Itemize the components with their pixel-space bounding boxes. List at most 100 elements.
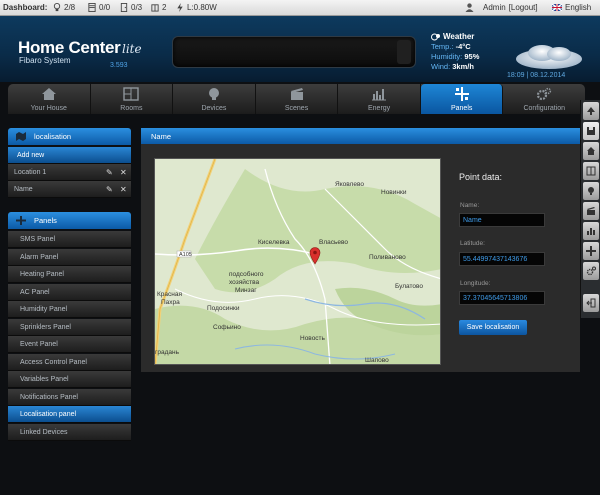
location-item[interactable]: Name ✎ ✕ bbox=[8, 181, 131, 198]
map-label: Киселевка bbox=[258, 239, 290, 246]
power-status[interactable]: L:0.80W bbox=[176, 3, 217, 12]
window-icon bbox=[151, 4, 159, 12]
panel-list-item-label: Alarm Panel bbox=[20, 253, 59, 261]
windows-status[interactable]: 2 bbox=[151, 3, 166, 12]
toolbar-house-button[interactable] bbox=[583, 142, 599, 160]
panel-list-item[interactable]: Sprinklers Panel bbox=[8, 318, 131, 336]
panel-list-item-label: Localisation panel bbox=[20, 411, 77, 418]
panel-list-item[interactable]: Linked Devices bbox=[8, 423, 131, 441]
toolbar-rooms-button[interactable] bbox=[583, 162, 599, 180]
tab-energy[interactable]: Energy bbox=[338, 84, 421, 114]
date-time: 18:09 | 08.12.2014 bbox=[507, 72, 566, 79]
main-nav: Your House Rooms Devices Scenes Energy P… bbox=[8, 84, 585, 114]
toolbar-devices-button[interactable] bbox=[583, 182, 599, 200]
doors-count: 0/3 bbox=[131, 3, 143, 12]
point-data-title: Point data: bbox=[459, 172, 503, 182]
dashboard-label: Dashboard: bbox=[3, 3, 48, 12]
blinds-status[interactable]: 0/0 bbox=[88, 3, 110, 12]
floppy-icon bbox=[587, 127, 595, 135]
longitude-label: Longitude: bbox=[460, 280, 491, 287]
tab-configuration[interactable]: Configuration bbox=[503, 84, 585, 114]
panel-list-item-label: Humidity Panel bbox=[20, 306, 68, 313]
toolbar-panels-button[interactable] bbox=[583, 242, 599, 260]
panel-list-item[interactable]: SMS Panel bbox=[8, 231, 131, 248]
rooms-icon bbox=[586, 166, 596, 176]
tab-label: Your House bbox=[30, 105, 67, 112]
toolbar-logout-button[interactable] bbox=[583, 294, 599, 312]
gears-icon bbox=[537, 87, 552, 101]
name-field[interactable]: Name bbox=[459, 213, 545, 227]
house-icon bbox=[587, 147, 595, 155]
panel-list-item-label: Linked Devices bbox=[20, 428, 68, 436]
humidity-value: 95% bbox=[464, 52, 480, 61]
map-view[interactable]: Яковлево Новинки Киселевка Власьево Поли… bbox=[154, 158, 441, 365]
doors-status[interactable]: 0/3 bbox=[120, 3, 142, 12]
tab-label: Devices bbox=[201, 105, 227, 112]
language-label: English bbox=[565, 3, 592, 12]
delete-icon[interactable]: ✕ bbox=[120, 168, 127, 177]
panels-icon bbox=[454, 87, 469, 101]
map-label: Шапово bbox=[365, 357, 389, 364]
panels-header-label: Panels bbox=[34, 216, 57, 225]
tab-your-house[interactable]: Your House bbox=[8, 84, 91, 114]
delete-icon[interactable]: ✕ bbox=[120, 185, 127, 194]
tab-rooms[interactable]: Rooms bbox=[91, 84, 174, 114]
add-new-button[interactable]: Add new bbox=[8, 147, 131, 164]
panel-list-item[interactable]: Variables Panel bbox=[8, 371, 131, 388]
location-item-label: Name bbox=[14, 186, 33, 193]
tab-scenes[interactable]: Scenes bbox=[256, 84, 339, 114]
brand-title: Home Center bbox=[18, 38, 121, 57]
door-icon bbox=[120, 3, 128, 12]
map-label: хозяйства bbox=[229, 279, 260, 286]
brand-edition: lite bbox=[122, 42, 142, 56]
tab-devices[interactable]: Devices bbox=[173, 84, 256, 114]
map-label: Яковлево bbox=[335, 181, 364, 188]
windows-count: 2 bbox=[162, 3, 167, 12]
house-icon bbox=[41, 88, 56, 100]
energy-icon bbox=[587, 228, 595, 235]
toolbar-energy-button[interactable] bbox=[583, 222, 599, 240]
user-name: Admin bbox=[483, 3, 506, 12]
panel-list-item[interactable]: Notifications Panel bbox=[8, 388, 131, 406]
tab-panels[interactable]: Panels bbox=[420, 84, 504, 114]
panel-list-item-label: AC Panel bbox=[20, 288, 50, 296]
map-marker-icon[interactable] bbox=[309, 247, 321, 265]
save-toolbar-button[interactable] bbox=[583, 122, 599, 140]
toolbar-scenes-button[interactable] bbox=[583, 202, 599, 220]
latitude-field[interactable]: 55.44997437143676 bbox=[459, 252, 545, 266]
panel-list-item[interactable]: Localisation panel bbox=[8, 406, 131, 423]
panel-list-item[interactable]: Access Control Panel bbox=[8, 353, 131, 371]
map-label: Пахра bbox=[161, 299, 180, 306]
panel-list-item[interactable]: AC Panel bbox=[8, 283, 131, 301]
latitude-label: Latitude: bbox=[460, 240, 485, 247]
bulb-icon bbox=[53, 3, 61, 12]
logout-link[interactable]: [Logout] bbox=[509, 3, 538, 12]
edit-icon[interactable]: ✎ bbox=[106, 168, 113, 177]
toolbar-config-button[interactable] bbox=[583, 262, 599, 280]
panel-list-item[interactable]: Event Panel bbox=[8, 336, 131, 353]
localisation-header: localisation bbox=[8, 128, 131, 145]
edit-icon[interactable]: ✎ bbox=[106, 185, 113, 194]
longitude-field[interactable]: 37.37045645713806 bbox=[459, 291, 545, 305]
map-label: Власьево bbox=[319, 239, 348, 246]
location-item[interactable]: Location 1 ✎ ✕ bbox=[8, 164, 131, 181]
language-selector[interactable]: English bbox=[552, 3, 591, 12]
panel-list-item[interactable]: Heating Panel bbox=[8, 266, 131, 283]
lightning-icon bbox=[177, 3, 183, 12]
map-label: Булатово bbox=[395, 283, 424, 290]
panels-header: Panels bbox=[8, 212, 131, 229]
weather-icon bbox=[431, 33, 440, 41]
panel-list-item[interactable]: Humidity Panel bbox=[8, 301, 131, 318]
panels-icon bbox=[16, 216, 26, 225]
lcd-display bbox=[172, 36, 416, 68]
panel-list-item-label: Heating Panel bbox=[20, 271, 64, 278]
uk-flag-icon bbox=[552, 4, 562, 11]
tab-label: Configuration bbox=[523, 105, 566, 112]
temp-label: Temp.: bbox=[431, 42, 454, 51]
save-localisation-button[interactable]: Save localisation bbox=[459, 320, 527, 335]
panel-list-item[interactable]: Alarm Panel bbox=[8, 248, 131, 266]
clapper-icon bbox=[290, 88, 303, 100]
blinds-count: 0/0 bbox=[99, 3, 111, 12]
scroll-top-button[interactable] bbox=[583, 102, 599, 120]
lights-status[interactable]: 2/8 bbox=[53, 3, 75, 12]
